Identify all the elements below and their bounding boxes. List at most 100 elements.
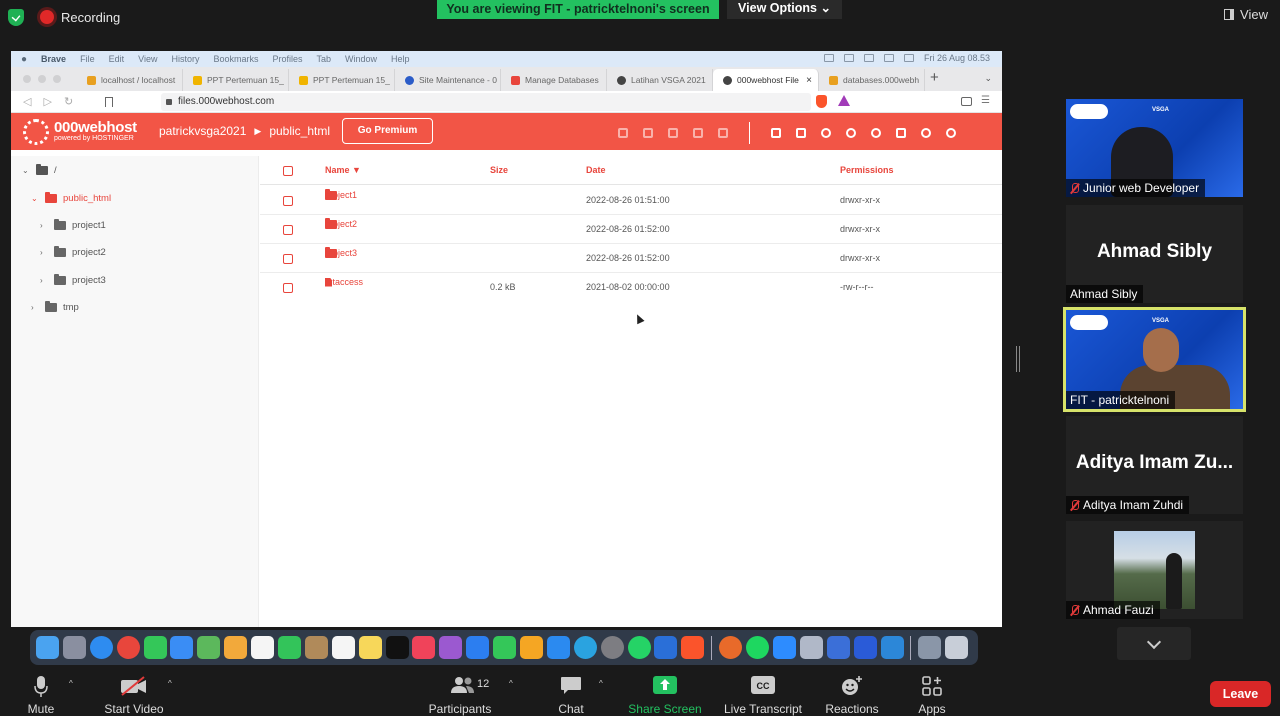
word-icon[interactable] (654, 636, 678, 659)
tab-list-chevron-icon[interactable]: ⌄ (984, 73, 992, 84)
table-row[interactable]: .htaccess 0.2 kB 2021-08-02 00:00:00 -rw… (260, 273, 1002, 302)
brave-rewards-icon[interactable] (838, 95, 850, 106)
webhost-logo[interactable]: 000webhost powered by HOSTINGER (23, 119, 137, 145)
mail-icon[interactable] (170, 636, 194, 659)
browser-tab[interactable]: databases.000webh (819, 69, 925, 91)
wallet-icon[interactable] (961, 97, 972, 106)
upload-icon[interactable] (844, 126, 858, 140)
downloads-icon[interactable] (918, 636, 942, 659)
menu-item-history[interactable]: History (171, 54, 199, 64)
vscode-icon[interactable] (880, 636, 904, 659)
menu-item-view[interactable]: View (138, 54, 157, 64)
participants-options-chevron-icon[interactable]: ^ (509, 679, 513, 688)
refresh-icon[interactable] (869, 126, 883, 140)
keynote-icon[interactable] (466, 636, 490, 659)
back-icon[interactable]: ◁ (23, 95, 31, 108)
podcasts-icon[interactable] (439, 636, 463, 659)
maps-icon[interactable] (197, 636, 221, 659)
finder-icon[interactable] (36, 636, 59, 659)
reminders-icon[interactable] (331, 636, 355, 659)
power-icon[interactable] (944, 126, 958, 140)
notes-icon[interactable] (358, 636, 382, 659)
chat-options-chevron-icon[interactable]: ^ (599, 679, 603, 688)
close-tab-icon[interactable]: × (806, 75, 812, 86)
safari-icon[interactable] (89, 636, 113, 659)
launchpad-icon[interactable] (62, 636, 86, 659)
menu-item-tab[interactable]: Tab (317, 54, 332, 64)
new-file-icon[interactable] (769, 126, 783, 140)
security-shield-icon[interactable] (8, 9, 24, 26)
row-checkbox[interactable] (283, 283, 293, 293)
grid-view-icon[interactable] (894, 126, 908, 140)
url-field[interactable]: files.000webhost.com (161, 93, 811, 111)
chrome-icon[interactable] (116, 636, 140, 659)
video-options-chevron-icon[interactable]: ^ (168, 679, 172, 688)
screen-share-icon[interactable] (826, 636, 850, 659)
brave-shields-icon[interactable] (816, 95, 827, 108)
panel-resize-handle[interactable] (1016, 346, 1020, 372)
tree-item-project2[interactable]: › project2 (40, 246, 106, 258)
select-all-checkbox[interactable] (283, 166, 293, 176)
cloud-icon[interactable] (843, 54, 854, 62)
numbers-icon[interactable] (493, 636, 517, 659)
participant-tile[interactable]: VSGA Junior web Developer (1066, 99, 1243, 197)
tree-item-project3[interactable]: › project3 (40, 274, 106, 286)
facetime-icon[interactable] (278, 636, 302, 659)
telegram-icon[interactable] (573, 636, 597, 659)
file-name[interactable]: project1 (325, 190, 357, 200)
header-name[interactable]: Name ▼ (325, 165, 361, 175)
permissions-lock-icon[interactable] (666, 126, 680, 140)
calendar-icon[interactable] (251, 636, 275, 659)
table-row[interactable]: project3 2022-08-26 01:52:00 drwxr-xr-x (260, 244, 1002, 273)
close-window-icon[interactable] (23, 75, 31, 83)
header-size[interactable]: Size (490, 165, 508, 175)
browser-tab[interactable]: Site Maintenance - 0 (395, 69, 501, 91)
pages-icon[interactable] (520, 636, 544, 659)
browser-tab[interactable]: Manage Databases (501, 69, 607, 91)
folder-icon[interactable] (853, 636, 877, 659)
row-checkbox[interactable] (283, 196, 293, 206)
archive-icon[interactable] (691, 126, 705, 140)
screen-mirror-icon[interactable] (823, 54, 834, 62)
music-icon[interactable] (412, 636, 436, 659)
minimize-window-icon[interactable] (38, 75, 46, 83)
file-name[interactable]: project3 (325, 248, 357, 258)
row-checkbox[interactable] (283, 254, 293, 264)
browser-tab[interactable]: localhost / localhost (77, 69, 183, 91)
photos-icon[interactable] (224, 636, 248, 659)
go-premium-button[interactable]: Go Premium (342, 118, 433, 144)
contacts-icon[interactable] (304, 636, 328, 659)
battery-icon[interactable] (863, 54, 874, 62)
audio-options-chevron-icon[interactable]: ^ (69, 679, 73, 688)
new-folder-icon[interactable] (794, 126, 808, 140)
breadcrumb-account[interactable]: patrickvsga2021 (159, 124, 246, 138)
row-checkbox[interactable] (283, 225, 293, 235)
wifi-icon[interactable] (883, 54, 894, 62)
browser-tab-active[interactable]: 000webhost File × (713, 69, 819, 91)
app-icon[interactable] (719, 636, 743, 659)
apple-icon[interactable]: ● (21, 54, 27, 65)
more-participants-chevron-icon[interactable] (1117, 627, 1191, 660)
browser-tab[interactable]: PPT Pertemuan 15_ (289, 69, 395, 91)
utility-icon[interactable] (799, 636, 823, 659)
reload-icon[interactable]: ↻ (64, 95, 73, 108)
tree-root[interactable]: ⌄ / (22, 164, 57, 176)
table-row[interactable]: project2 2022-08-26 01:52:00 drwxr-xr-x (260, 215, 1002, 244)
globe-icon[interactable] (919, 126, 933, 140)
zoom-window-icon[interactable] (53, 75, 61, 83)
browser-menu-icon[interactable]: ☰ (981, 95, 990, 106)
browser-tab[interactable]: Latihan VSGA 2021 (607, 69, 713, 91)
header-permissions[interactable]: Permissions (840, 165, 894, 175)
tree-item-project1[interactable]: › project1 (40, 219, 106, 231)
view-options-button[interactable]: View Options ⌄ (727, 0, 842, 19)
breadcrumb-folder[interactable]: public_html (269, 124, 330, 138)
system-preferences-icon[interactable] (600, 636, 624, 659)
header-date[interactable]: Date (586, 165, 606, 175)
file-name[interactable]: project2 (325, 219, 357, 229)
forward-icon[interactable]: ▷ (43, 95, 51, 108)
view-button[interactable]: View (1224, 7, 1268, 22)
spotify-icon[interactable] (746, 636, 770, 659)
delete-icon[interactable] (716, 126, 730, 140)
menu-item-bookmarks[interactable]: Bookmarks (213, 54, 258, 64)
apple-tv-icon[interactable] (385, 636, 409, 659)
